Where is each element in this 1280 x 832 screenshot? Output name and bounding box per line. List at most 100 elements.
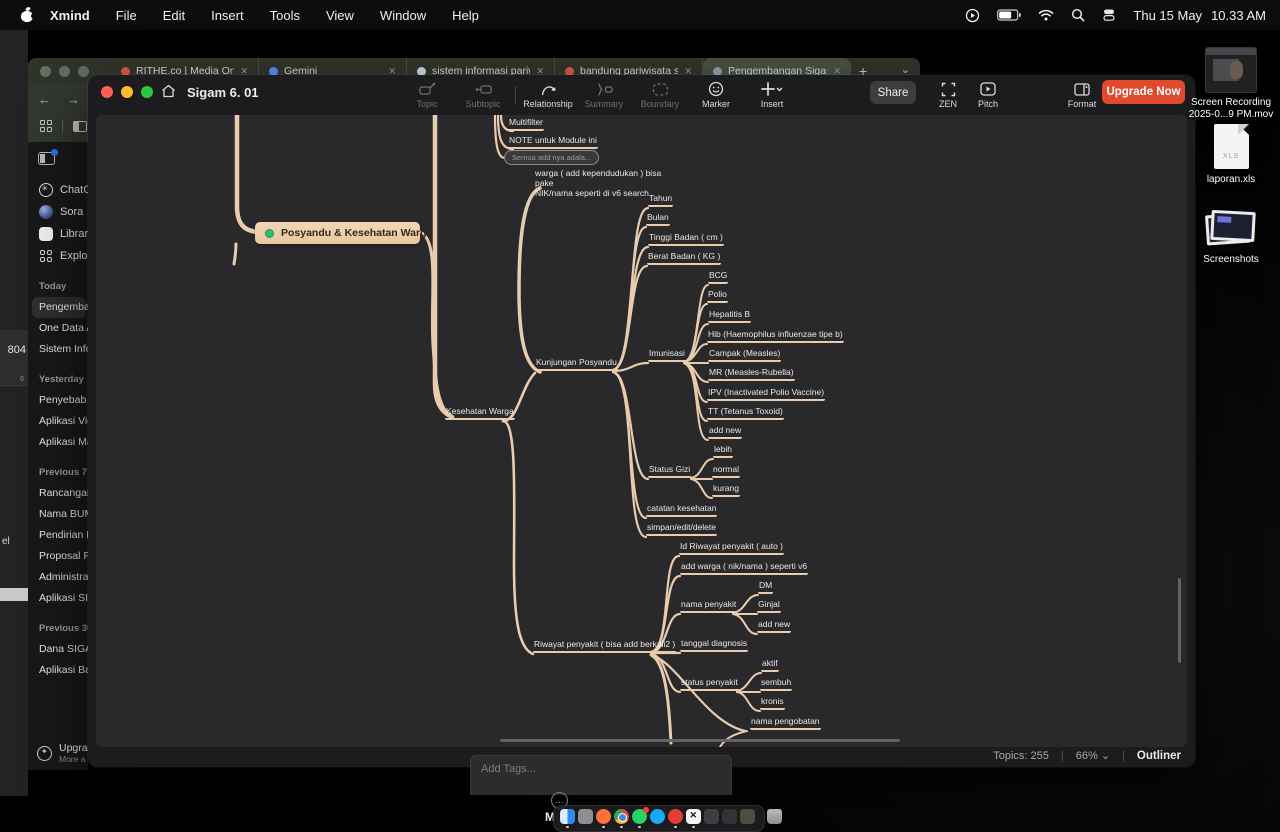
pitch-button[interactable]: Pitch <box>966 78 1010 109</box>
zoom-level-control[interactable]: 66% ⌄ <box>1076 749 1110 762</box>
extensions-grid-icon[interactable] <box>40 120 52 132</box>
screen-record-icon[interactable] <box>965 8 980 23</box>
mindmap-node[interactable]: BCG <box>708 270 728 284</box>
minimize-window-button[interactable] <box>121 86 133 98</box>
zoom-window-button[interactable] <box>141 86 153 98</box>
history-item[interactable]: Proposal Pe <box>28 546 88 567</box>
forward-icon[interactable]: → <box>67 92 80 107</box>
mindmap-node[interactable]: Campak (Measles) <box>708 348 781 362</box>
zen-mode-button[interactable]: ZEN <box>926 78 970 109</box>
history-item[interactable]: Aplikasi Vide <box>28 411 88 432</box>
mindmap-canvas[interactable]: Multifilter NOTE untuk Module iniSemua ad… <box>96 115 1187 747</box>
relationship-button[interactable]: Relationship <box>524 78 572 109</box>
mindmap-node[interactable]: Hib (Haemophilus influenzae tipe b) <box>707 329 844 343</box>
mindmap-node[interactable]: MR (Measles-Rubella) <box>708 367 795 381</box>
history-item[interactable]: Pengemban <box>32 297 86 318</box>
history-item[interactable]: Dana SIGAP <box>28 639 88 660</box>
mindmap-node[interactable]: Bulan <box>646 212 670 226</box>
menu-view[interactable]: View <box>326 8 354 23</box>
history-item[interactable]: Nama BUMD <box>28 504 88 525</box>
wifi-icon[interactable] <box>1038 9 1054 21</box>
history-item[interactable]: Aplikasi Mar <box>28 432 88 453</box>
mindmap-node[interactable]: Status Gizi <box>648 464 691 478</box>
dock-item-notes[interactable] <box>740 809 755 828</box>
desktop-icon-laporan-xls[interactable]: XLS laporan.xls <box>1186 124 1276 186</box>
topic-button[interactable]: Topic <box>403 78 451 109</box>
dock-item-chrome[interactable] <box>614 809 629 828</box>
mindmap-node[interactable]: Riwayat penyakit ( bisa add berkali2 ) <box>533 639 676 653</box>
share-button[interactable]: Share <box>870 81 916 104</box>
history-item[interactable]: Administras <box>28 567 88 588</box>
dock-item-photos[interactable] <box>578 809 593 828</box>
mindmap-node[interactable]: Berat Badan ( KG ) <box>647 251 721 265</box>
boundary-button[interactable]: Boundary <box>636 78 684 109</box>
history-item[interactable]: Penyebab P <box>28 390 88 411</box>
mindmap-node[interactable]: add new <box>708 425 742 439</box>
horizontal-scrollbar[interactable] <box>500 739 900 742</box>
history-item[interactable]: One Data Ac <box>28 318 88 339</box>
dock-item-display[interactable] <box>722 809 737 828</box>
menu-edit[interactable]: Edit <box>163 8 185 23</box>
dock-item-finder[interactable] <box>560 809 575 828</box>
dock-item-trash[interactable] <box>767 809 782 828</box>
upgrade-now-button[interactable]: Upgrade Now <box>1102 80 1185 104</box>
mindmap-node[interactable]: simpan/edit/delete <box>646 522 717 536</box>
mindmap-node[interactable]: catatan kesehatan <box>646 503 717 517</box>
xmind-window-controls[interactable] <box>101 86 153 98</box>
home-icon[interactable] <box>161 84 176 103</box>
spotlight-search-icon[interactable] <box>1071 8 1085 22</box>
close-window-button[interactable] <box>101 86 113 98</box>
vertical-scrollbar[interactable] <box>1178 578 1181 663</box>
menu-file[interactable]: File <box>116 8 137 23</box>
mindmap-node[interactable]: Kesehatan Warga <box>445 406 515 420</box>
mindmap-node[interactable]: aktif <box>761 658 779 672</box>
sidebar-toggle-icon[interactable] <box>38 152 55 165</box>
panel-icon[interactable] <box>73 121 87 132</box>
mindmap-node[interactable]: tanggal diagnosis <box>680 638 748 652</box>
menu-insert[interactable]: Insert <box>211 8 244 23</box>
fast-user-switch-icon[interactable] <box>1102 8 1116 22</box>
dock-item-files[interactable] <box>704 809 719 828</box>
dock-item-pinwheel[interactable] <box>668 809 683 828</box>
mindmap-node[interactable]: Tinggi Badan ( cm ) <box>648 232 724 246</box>
sidebar-item-chatgpt[interactable]: ChatGPT <box>28 179 88 201</box>
menu-help[interactable]: Help <box>452 8 479 23</box>
history-item[interactable]: Aplikasi Bait <box>28 660 88 681</box>
menu-bar-clock[interactable]: Thu 15 May 10.33 AM <box>1133 8 1266 23</box>
mindmap-central-topic[interactable]: Posyandu & Kesehatan Warga <box>255 222 420 244</box>
mindmap-node[interactable]: Hepatitis B <box>708 309 751 323</box>
mindmap-node[interactable]: Id Riwayat penyakit ( auto ) <box>679 541 784 555</box>
sidebar-upgrade[interactable]: Upgra More a <box>28 736 88 770</box>
app-menu-xmind[interactable]: Xmind <box>50 8 90 23</box>
mindmap-node[interactable]: Kunjungan Posyandu <box>535 357 618 371</box>
mindmap-node[interactable]: DM <box>758 580 773 594</box>
menu-tools[interactable]: Tools <box>270 8 300 23</box>
desktop-icon-screen-recording[interactable]: Screen Recording2025-0...9 PM.mov <box>1186 47 1276 120</box>
apple-menu-icon[interactable] <box>21 8 34 22</box>
summary-button[interactable]: Summary <box>580 78 628 109</box>
subtopic-button[interactable]: Subtopic <box>459 78 507 109</box>
desktop-icon-screenshots[interactable]: Screenshots <box>1186 210 1276 266</box>
history-item[interactable]: Rancangan S <box>28 483 88 504</box>
mindmap-node[interactable]: normal <box>712 464 740 478</box>
mindmap-node[interactable]: IPV (Inactivated Polio Vaccine) <box>707 387 825 401</box>
insert-button[interactable]: Insert <box>748 78 796 109</box>
mindmap-node[interactable]: kronis <box>760 696 785 710</box>
sidebar-item-sora[interactable]: Sora <box>28 201 88 223</box>
mindmap-node-editing[interactable]: Semua add nya adala... <box>504 150 599 165</box>
mindmap-node[interactable]: add warga ( nik/nama ) seperti v6 <box>680 561 808 575</box>
mindmap-node[interactable]: nama penyakit <box>680 599 737 613</box>
menu-window[interactable]: Window <box>380 8 426 23</box>
dock-item-safari[interactable] <box>650 809 665 828</box>
mindmap-node[interactable]: NOTE untuk Module ini <box>508 135 598 149</box>
history-item[interactable]: Aplikasi SIG <box>28 588 88 609</box>
battery-icon[interactable] <box>997 9 1021 21</box>
add-tags-field[interactable]: Add Tags... <box>471 756 731 775</box>
format-button[interactable]: Format <box>1060 78 1104 109</box>
history-item[interactable]: Sistem Infor <box>28 339 88 360</box>
mindmap-node[interactable]: TT (Tetanus Toxoid) <box>707 406 784 420</box>
mindmap-node[interactable]: nama pengobatan <box>750 716 821 730</box>
dock-item-xmind[interactable] <box>686 809 701 828</box>
mindmap-node[interactable]: Polio <box>707 289 728 303</box>
mindmap-node[interactable]: Multifilter <box>508 117 544 131</box>
